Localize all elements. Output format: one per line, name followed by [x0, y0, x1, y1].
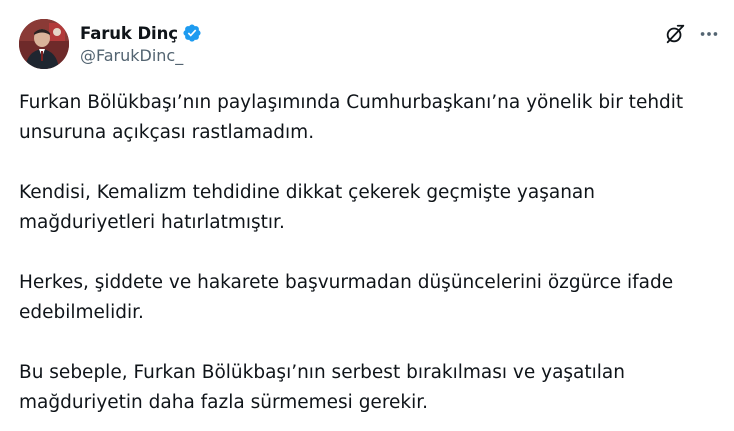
author-handle[interactable]: @FarukDinc_	[80, 46, 202, 65]
tweet-text: Furkan Bölükbaşı’nın paylaşımında Cumhur…	[19, 88, 719, 418]
tweet-paragraph-3: Herkes, şiddete ve hakarete başvurmadan …	[19, 272, 674, 323]
tweet-actions	[664, 19, 720, 49]
author-info: Faruk Dinç @FarukDinc_	[80, 21, 202, 65]
avatar-image	[19, 19, 69, 69]
verified-badge-icon	[182, 23, 202, 43]
more-options-icon[interactable]	[698, 23, 720, 45]
author-display-name[interactable]: Faruk Dinç	[80, 24, 178, 43]
tweet-paragraph-1: Furkan Bölükbaşı’nın paylaşımında Cumhur…	[19, 92, 684, 143]
tweet-paragraph-4: Bu sebeple, Furkan Bölükbaşı’nın serbest…	[19, 362, 625, 413]
grok-icon[interactable]	[664, 23, 686, 45]
tweet-paragraph-2: Kendisi, Kemalizm tehdidine dikkat çeker…	[19, 182, 595, 233]
tweet-header: Faruk Dinç @FarukDinc_	[19, 19, 720, 71]
avatar[interactable]	[19, 19, 69, 69]
